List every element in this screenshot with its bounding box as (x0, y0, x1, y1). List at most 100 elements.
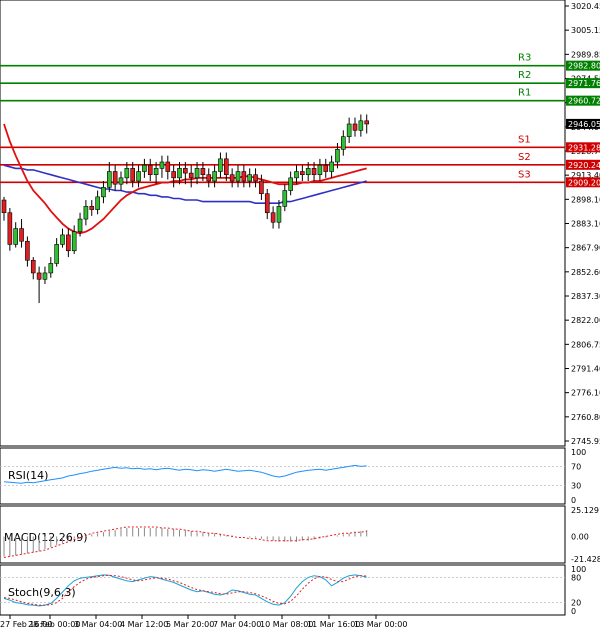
stoch-panel-frame (0, 564, 566, 616)
candle-body-bull (77, 218, 83, 233)
candle-body-bull (42, 272, 48, 280)
candle-body-bull (83, 206, 89, 220)
candle-body-bull (124, 168, 130, 179)
macd-tick-label: 25.129 (571, 506, 599, 515)
rsi-tick-label: 100 (571, 448, 586, 457)
candle-body-bear (112, 171, 118, 185)
price-tick-label: 2989.85 (571, 50, 600, 59)
candle-body-bear (264, 193, 270, 214)
macd-panel: MACD(12,26,9) 25.129 0.00 -21.428 (0, 505, 600, 564)
candle-body-bull (13, 228, 18, 245)
level-tag-text-s3: 2909.20 (568, 178, 600, 187)
candle-body-bear (364, 120, 370, 125)
candle-body-bear (19, 228, 24, 242)
candle-body-bear (311, 168, 317, 175)
price-tick-label: 2760.80 (571, 413, 600, 422)
candle-body-bear (352, 123, 358, 131)
candle-body-bear (253, 174, 258, 182)
candle-body-bear (30, 259, 36, 274)
candle-body-bear (229, 174, 235, 182)
price-tick-label: 2837.30 (571, 292, 600, 301)
rsi-label: RSI(14) (8, 469, 48, 482)
level-label-r3: R3 (518, 53, 531, 64)
level-label-s2: S2 (518, 152, 531, 163)
price-tick-label: 2883.10 (571, 220, 600, 229)
stoch-panel: Stoch(9,6,3) 10080200 (0, 564, 586, 616)
candle-body-bull (142, 164, 147, 172)
candle-body-bull (218, 158, 223, 172)
candle-body-bull (101, 187, 106, 198)
stoch-tick-label: 80 (571, 573, 581, 582)
price-tick-label: 3020.45 (571, 2, 600, 11)
rsi-panel: RSI(14) 100 70 30 0 (0, 447, 586, 505)
candle-body-bear (36, 272, 42, 280)
candle-body-bear (270, 212, 276, 223)
candle-body-bear (130, 168, 135, 182)
candle-body-bull (95, 196, 100, 210)
candle-body-bear (147, 164, 153, 175)
candle-body-bull (247, 174, 252, 182)
candle-body-bear (165, 161, 171, 172)
macd-axis: 25.129 0.00 -21.428 (571, 506, 600, 564)
level-label-s3: S3 (518, 169, 531, 180)
level-label-s1: S1 (518, 134, 531, 145)
price-chart: R3R2R1S1S2S3 3020.453005.152989.852974.5… (0, 0, 600, 629)
candle-body-bull (60, 234, 65, 245)
price-tick-label: 2852.60 (571, 268, 600, 277)
candle-body-bear (183, 168, 188, 174)
candle-body-bull (153, 168, 159, 175)
candle-body-bear (300, 171, 305, 175)
candle-body-bear (1, 199, 7, 214)
time-tick-label: 10 Mar 08:00 (260, 620, 313, 629)
candle (7, 207, 13, 251)
candle-body-bear (224, 158, 229, 175)
rsi-axis: 100 70 30 0 (571, 448, 586, 505)
price-tick-label: 2806.75 (571, 340, 600, 349)
candle-body-bull (212, 171, 217, 182)
main-panel-frame (0, 0, 566, 447)
level-label-r1: R1 (518, 88, 531, 99)
candle-body-bear (188, 172, 194, 179)
time-tick-label: 13 Mar 00:00 (354, 620, 407, 629)
candle-body-bull (294, 171, 299, 179)
macd-label: MACD(12,26,9) (4, 531, 88, 544)
rsi-tick-label: 70 (571, 462, 581, 471)
price-tick-label: 2822.00 (571, 316, 600, 325)
level-tag-text-r2: 2971.76 (568, 79, 600, 88)
candle-body-bull (118, 177, 124, 185)
candle-body-bull (288, 177, 293, 191)
candle-body-bear (241, 171, 247, 182)
candle-body-bear (259, 180, 264, 195)
level-label-r2: R2 (518, 70, 531, 81)
candle-body-bull (329, 161, 334, 172)
candle-body-bear (66, 234, 71, 252)
candle-body-bull (235, 171, 241, 182)
rsi-tick-label: 0 (571, 496, 576, 505)
level-tag-text-r3: 2982.80 (568, 62, 600, 71)
main-panel: R3R2R1S1S2S3 3020.453005.152989.852974.5… (0, 0, 600, 447)
candle-body-bull (340, 136, 346, 150)
level-tag-text-s2: 2920.24 (568, 161, 600, 170)
time-tick-label: 4 Mar 12:00 (120, 620, 168, 629)
candle-body-bull (317, 164, 323, 175)
candle-body-bull (54, 244, 59, 264)
price-tags: 2982.80 2971.76 2960.72 2931.28 2920.24 2909.… (566, 60, 600, 188)
candle-body-bull (194, 168, 200, 179)
stoch-axis: 10080200 (571, 565, 586, 616)
rsi-tick-label: 30 (571, 482, 581, 491)
candle-body-bull (48, 263, 54, 274)
candle-body-bull (346, 123, 352, 137)
candle-body-bull (136, 171, 141, 182)
time-tick-label: 11 Mar 16:00 (307, 620, 360, 629)
candle-body-bear (206, 174, 212, 182)
candle-body-bull (177, 168, 182, 179)
time-tick-label: 28 Feb 00:00 (28, 620, 80, 629)
stoch-label: Stoch(9,6,3) (8, 586, 76, 599)
time-tick-label: 7 Mar 04:00 (213, 620, 261, 629)
candle-body-bull (107, 171, 112, 188)
macd-tick-label: 0.00 (571, 532, 589, 541)
price-tick-label: 2791.40 (571, 365, 600, 374)
time-tick-label: 5 Mar 20:00 (166, 620, 214, 629)
macd-tick-label: -21.428 (571, 555, 600, 564)
candle-body-bear (323, 164, 329, 172)
